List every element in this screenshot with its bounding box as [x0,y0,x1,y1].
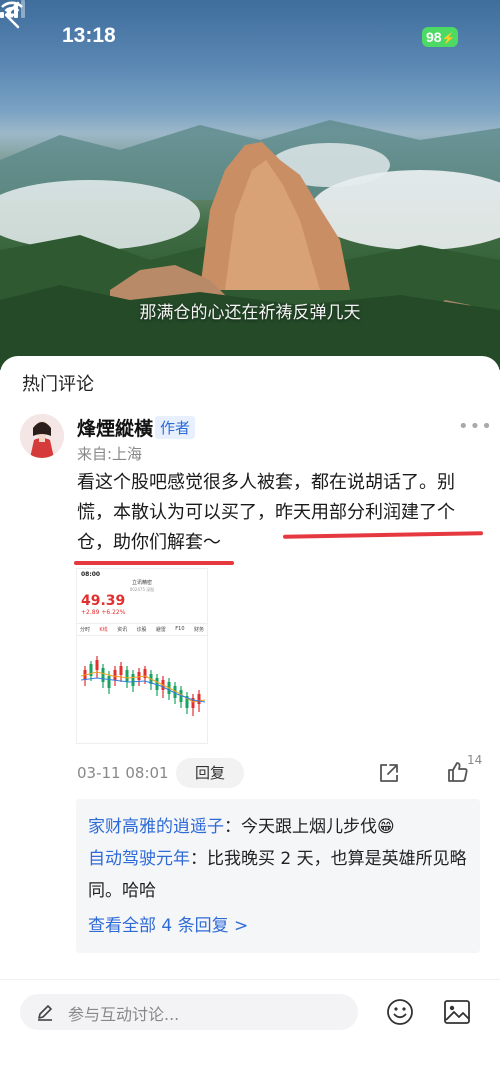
thumb-tab: 分时 [80,627,91,633]
reply-author[interactable]: 家财高雅的逍遥子 [88,817,224,837]
author-badge: 作者 [155,416,196,439]
battery-level: 98 [426,29,442,45]
comment-username[interactable]: 烽煙縱橫 [77,414,153,441]
thumb-change-pct: +6.22% [101,609,126,616]
comments-sheet: 热门评论 烽煙縱橫 作者 ••• 来自:上海 看这个股吧感觉很多人被套，都在说胡… [0,356,500,1083]
thumb-stock-name: 立讯精密 [131,580,152,586]
thumb-tab: 资讯 [117,627,128,633]
comment-timestamp: 03-11 08:01 [77,764,169,782]
thumb-tab: 诊股 [136,627,147,633]
battery-indicator: 98⚡ [422,27,458,47]
highlight-underline [74,561,234,565]
comment-input[interactable]: 参与互动讨论... [20,994,358,1030]
pen-icon [38,1005,52,1021]
back-arrow-icon[interactable] [0,0,24,30]
avatar-portrait-image [20,414,64,458]
thumb-tabs: 分时 K线 资讯 诊股 避雷 F10 财务 [77,623,207,636]
input-placeholder: 参与互动讨论... [68,1005,180,1024]
status-bar: 13:18 98⚡ [0,0,500,70]
status-time: 13:18 [62,24,116,47]
comment-text: 看这个股吧感觉很多人被套，都在说胡话了。别慌，本散认为可以买了，昨天用部分利润建… [77,472,455,553]
thumb-price: 49.39 [81,593,126,609]
video-background[interactable]: 13:18 98⚡ 那满仓的心还在祈祷反弹几天 [0,0,500,370]
attached-screenshot[interactable]: 08:00 立讯精密 002475 深股 49.39 +2.89 +6.22% … [76,568,208,744]
bottom-input-bar: 参与互动讨论... [0,979,500,1083]
thumb-time: 08:00 [81,571,101,578]
thumb-tab: 避雷 [155,627,166,633]
more-options-icon[interactable]: ••• [458,416,493,437]
avatar[interactable] [20,414,64,458]
image-icon[interactable] [443,999,471,1025]
section-title: 热门评论 [22,374,94,395]
list-item: 家财高雅的逍遥子：今天跟上烟儿步伐😁 [88,811,468,843]
share-icon[interactable] [378,762,400,784]
reply-author[interactable]: 自动驾驶元年 [88,849,190,869]
reply-text: ：今天跟上烟儿步伐😁 [224,817,395,837]
thumb-change: +2.89 [81,609,100,616]
comment-location: 来自:上海 [77,445,143,463]
thumb-tab: K线 [99,627,108,633]
thumb-tab: F10 [175,626,185,632]
thumb-tab: 财务 [193,627,204,633]
replies-panel: 家财高雅的逍遥子：今天跟上烟儿步伐😁 自动驾驶元年：比我晚买 2 天，也算是英雄… [76,799,480,953]
emoji-icon[interactable] [386,998,414,1026]
list-item: 自动驾驶元年：比我晚买 2 天，也算是英雄所见略同。哈哈 [88,843,468,907]
view-all-replies-link[interactable]: 查看全部 4 条回复 > [88,909,468,943]
reply-button[interactable]: 回复 [176,758,244,788]
video-caption: 那满仓的心还在祈祷反弹几天 [139,303,361,323]
kline-chart-image [77,636,207,736]
like-count: 14 [467,753,483,767]
